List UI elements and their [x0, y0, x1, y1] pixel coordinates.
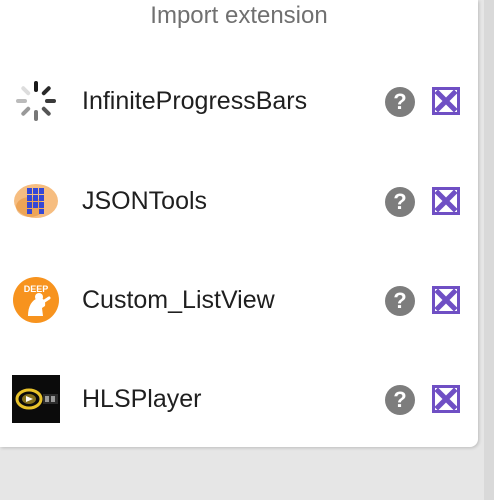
- deep-badge-icon: DEEP: [12, 276, 60, 324]
- delete-x-icon[interactable]: [432, 87, 460, 115]
- extension-row-hlsplayer: HLSPlayer ?: [0, 369, 478, 429]
- delete-x-icon[interactable]: [432, 385, 460, 413]
- panel-title: Import extension: [150, 2, 328, 29]
- delete-x-icon[interactable]: [432, 286, 460, 314]
- video-player-icon: [12, 375, 60, 423]
- spinner-icon: [12, 77, 60, 125]
- extension-name: HLSPlayer: [82, 385, 202, 413]
- deep-badge-text: DEEP: [24, 284, 49, 294]
- scrollbar[interactable]: [484, 0, 494, 500]
- help-button[interactable]: ?: [385, 286, 415, 316]
- grid-blocks-icon: [12, 177, 60, 225]
- import-extension-panel: Import extension InfiniteProgressBars ?: [0, 0, 478, 447]
- extension-row-infiniteprogressbars: InfiniteProgressBars ?: [0, 71, 478, 131]
- help-button[interactable]: ?: [385, 87, 415, 117]
- extension-name: Custom_ListView: [82, 286, 275, 314]
- extension-name: InfiniteProgressBars: [82, 87, 308, 115]
- help-button[interactable]: ?: [385, 187, 415, 217]
- extension-name: JSONTools: [82, 187, 208, 215]
- extension-row-custom-listview: DEEP Custom_ListView ?: [0, 270, 478, 330]
- extension-row-jsontools: JSONTools ?: [0, 171, 478, 231]
- delete-x-icon[interactable]: [432, 187, 460, 215]
- help-button[interactable]: ?: [385, 385, 415, 415]
